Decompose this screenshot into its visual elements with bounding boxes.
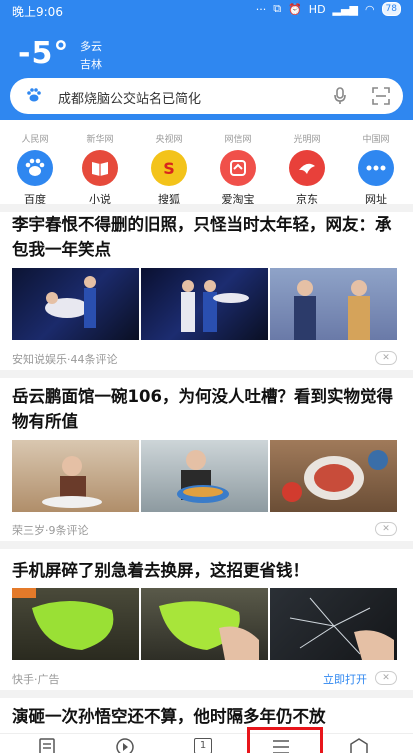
shortcut-taobao[interactable]: 网信网 爱淘宝: [203, 120, 273, 206]
status-time: 晚上9:06: [12, 5, 63, 19]
video-icon[interactable]: [116, 738, 134, 753]
divider: [0, 690, 413, 698]
shortcut-source: 央视网: [155, 135, 183, 145]
shortcut-source: 中国网: [362, 135, 390, 145]
dismiss-icon[interactable]: ✕: [375, 522, 397, 536]
article-image: [12, 268, 139, 340]
shortcut-jd[interactable]: 光明网 京东: [272, 120, 342, 206]
mic-icon[interactable]: [333, 87, 347, 105]
article-image: [141, 588, 268, 660]
book-icon: [82, 150, 118, 186]
wifi-icon: ◠: [364, 2, 375, 16]
shortcut-baidu[interactable]: 人民网 百度: [0, 120, 70, 206]
shortcut-source: 光明网: [293, 135, 321, 145]
browser-home-screen: 晚上9:06 ··· ⧉ ⏰ HD ▂▄▆ ◠ 78 -5° 多云 吉林 成都烧…: [0, 0, 413, 753]
sohu-icon: S: [151, 150, 187, 186]
article-image: [12, 588, 139, 660]
signal-icon: ▂▄▆: [332, 2, 358, 16]
article-images[interactable]: [12, 588, 397, 660]
home-icon[interactable]: [350, 738, 368, 753]
article-meta: 荣三岁·9条评论: [12, 524, 89, 537]
weather-temperature[interactable]: -5°: [18, 36, 69, 71]
article-title[interactable]: 演砸一次孙悟空还不算，他时隔多年仍不放: [12, 704, 402, 729]
shortcut-source: 人民网: [21, 135, 49, 145]
divider: [0, 541, 413, 549]
svg-text:S: S: [163, 159, 175, 178]
shortcut-novel[interactable]: 新华网 小说: [65, 120, 135, 206]
baidu-paw-icon: [27, 88, 41, 102]
status-icons: ··· ⧉ ⏰ HD ▂▄▆ ◠ 78: [256, 2, 401, 16]
shortcut-source: 新华网: [86, 135, 114, 145]
more-dots-icon: [358, 150, 394, 186]
article-image: [270, 440, 397, 512]
article-images[interactable]: [12, 268, 397, 340]
dismiss-icon[interactable]: ✕: [375, 351, 397, 365]
shortcut-grid: 人民网 百度 新华网 小说 央视网 S 搜狐 网信网 爱淘宝 光明网 京东 中国…: [0, 120, 413, 206]
article-image: [141, 440, 268, 512]
weather-condition: 多云: [80, 40, 102, 53]
article-image: [270, 588, 397, 660]
article-title[interactable]: 岳云鹏面馆一碗106，为何没人吐槽？看到实物觉得物有所值: [12, 384, 402, 434]
battery-icon: 78: [381, 2, 401, 16]
menu-highlight-box: [247, 727, 323, 753]
dots-icon: ···: [255, 2, 267, 16]
hd-icon: HD: [308, 2, 326, 16]
bottom-nav: 1: [0, 733, 413, 753]
divider: [0, 204, 413, 212]
article-title[interactable]: 手机屏碎了别急着去换屏，这招更省钱！: [12, 558, 402, 583]
article-image: [12, 440, 139, 512]
article-images[interactable]: [12, 440, 397, 512]
search-input[interactable]: 成都烧脑公交站名已简化: [58, 88, 201, 107]
divider: [0, 370, 413, 378]
article-meta: 快手·广告: [12, 673, 60, 686]
shortcut-source: 网信网: [224, 135, 252, 145]
article-image: [141, 268, 268, 340]
baidu-paw-icon: [17, 150, 53, 186]
news-icon[interactable]: [38, 738, 56, 753]
tabs-icon[interactable]: 1: [194, 738, 212, 753]
search-bar[interactable]: 成都烧脑公交站名已简化: [10, 78, 403, 114]
header: 晚上9:06 ··· ⧉ ⏰ HD ▂▄▆ ◠ 78 -5° 多云 吉林 成都烧…: [0, 0, 413, 120]
article-image: [270, 268, 397, 340]
weather-city: 吉林: [80, 58, 102, 71]
scan-icon[interactable]: [372, 87, 390, 105]
dismiss-icon[interactable]: ✕: [375, 671, 397, 685]
article-title[interactable]: 李宇春恨不得删的旧照，只怪当时太年轻，网友：承包我一年笑点: [12, 212, 402, 262]
shortcut-sohu[interactable]: 央视网 S 搜狐: [134, 120, 204, 206]
article-meta: 安知说娱乐·44条评论: [12, 353, 118, 366]
jd-icon: [289, 150, 325, 186]
status-bar: 晚上9:06 ··· ⧉ ⏰ HD ▂▄▆ ◠ 78: [0, 0, 413, 20]
copy-icon: ⧉: [273, 2, 282, 15]
open-app-link[interactable]: 立即打开: [323, 671, 367, 687]
taobao-icon: [220, 150, 256, 186]
alarm-icon: ⏰: [288, 2, 302, 16]
shortcut-sites[interactable]: 中国网 网址: [341, 120, 411, 206]
